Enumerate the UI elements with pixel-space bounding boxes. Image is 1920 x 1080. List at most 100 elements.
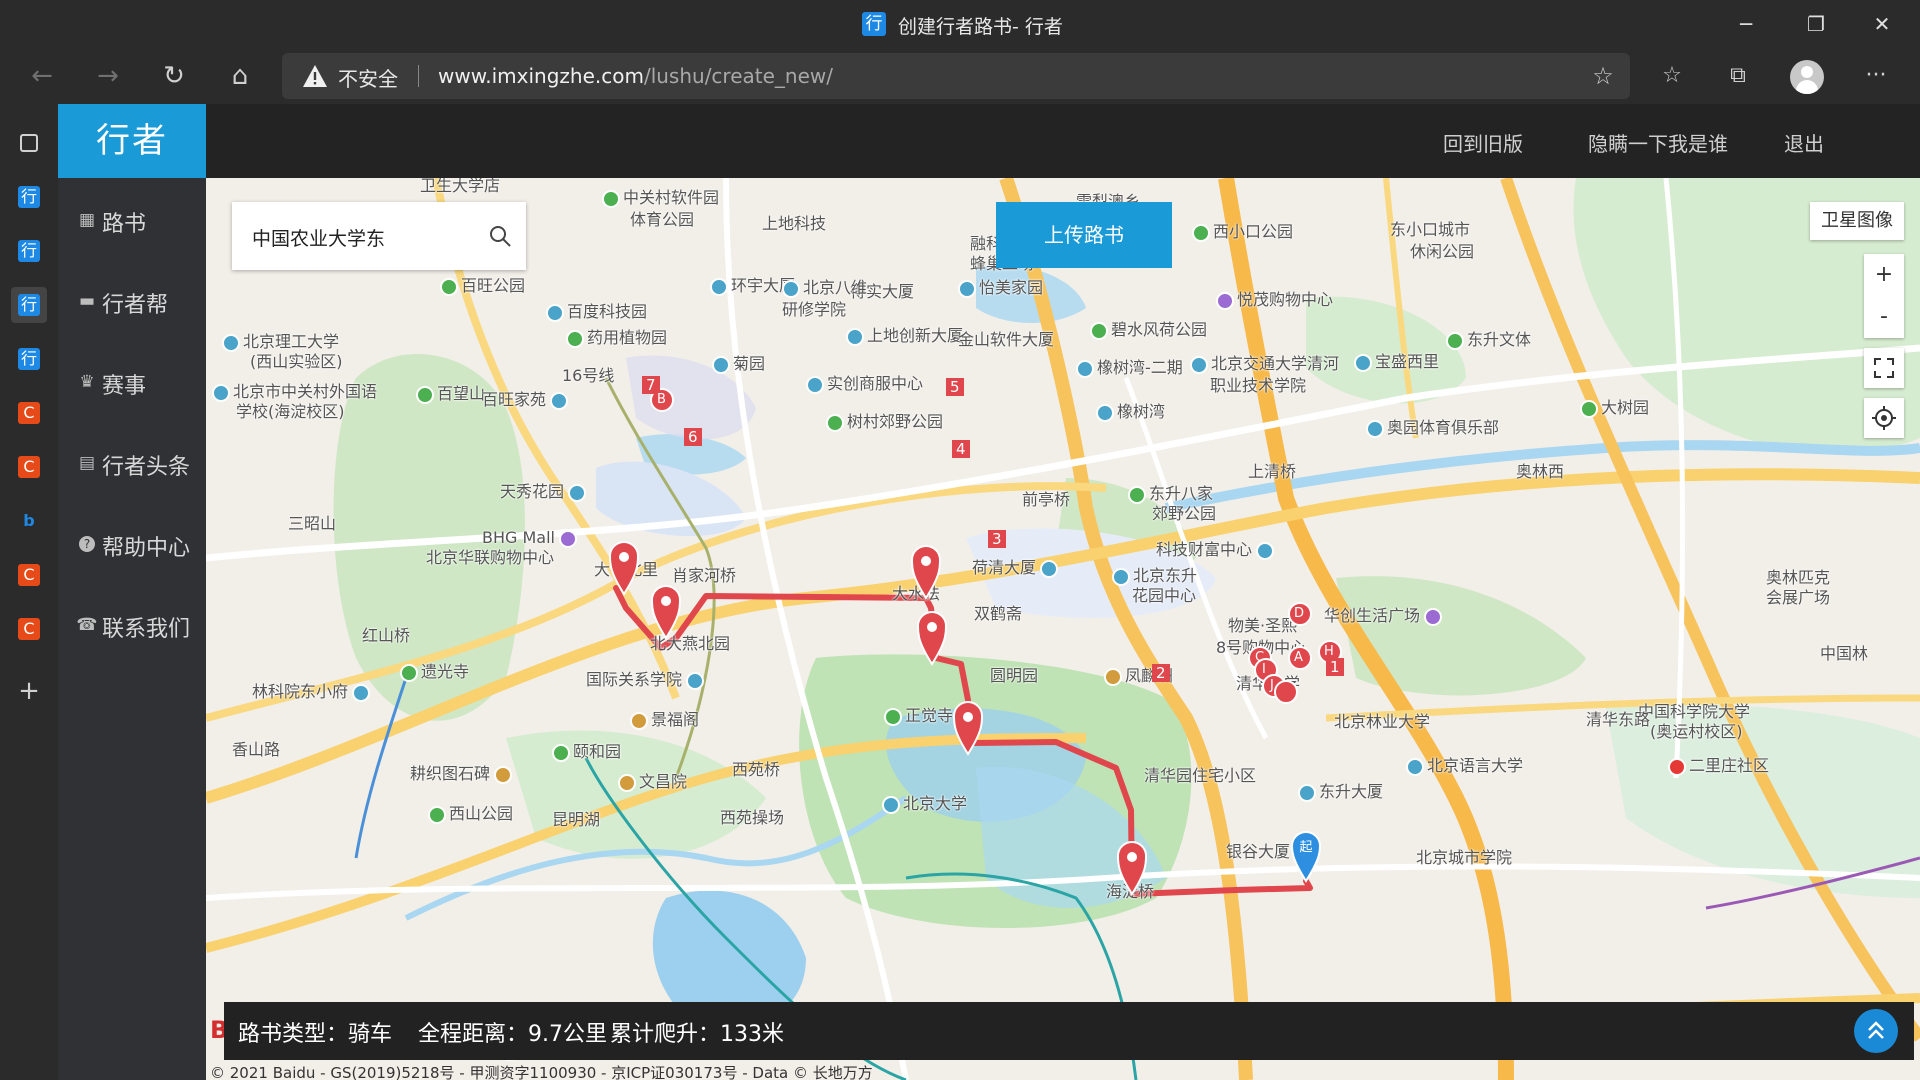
vertical-tab-5[interactable]: C <box>11 395 47 431</box>
zoom-in-button[interactable]: + <box>1864 254 1904 296</box>
route-info-bar: 路书类型：骑车 全程距离：9.7公里 累计爬升：133米 <box>224 1002 1914 1060</box>
zoom-control: + - <box>1864 254 1904 338</box>
search-icon[interactable] <box>488 224 512 248</box>
expand-panel-button[interactable] <box>1854 1009 1898 1053</box>
close-button[interactable]: ✕ <box>1862 8 1902 40</box>
reload-button[interactable]: ↻ <box>154 58 194 94</box>
url-path: /lushu/create_new/ <box>643 64 833 88</box>
map-book-icon: ▦ <box>78 210 96 230</box>
fullscreen-icon <box>1874 358 1894 378</box>
menu-label: 赛事 <box>102 374 147 399</box>
logout-link[interactable]: 退出 <box>1784 128 1824 157</box>
menu-label: 帮助中心 <box>102 536 191 561</box>
waypoint-marker-6[interactable] <box>650 585 682 640</box>
waypoint-label-2: 2 <box>1152 664 1170 682</box>
plus-icon: + <box>18 676 40 706</box>
route-climb: 累计爬升：133米 <box>610 1022 784 1047</box>
xingzhe-favicon-icon: 行 <box>18 240 40 262</box>
double-chevron-up-icon <box>1868 1021 1884 1039</box>
waypoint-marker-3[interactable] <box>952 701 984 756</box>
vertical-tab-3-active[interactable]: 行 <box>11 287 47 323</box>
phone-icon: ☎ <box>76 615 98 635</box>
fullscreen-button[interactable] <box>1864 348 1904 388</box>
forward-button[interactable]: → <box>88 58 128 94</box>
profile-link[interactable]: 隐瞒一下我是谁 <box>1588 128 1728 157</box>
back-button[interactable]: ← <box>22 58 62 94</box>
window-titlebar: 行 创建行者路书- 行者 ─ ❐ ✕ <box>0 0 1920 48</box>
home-button[interactable]: ⌂ <box>220 58 260 94</box>
url-text[interactable]: www.imxingzhe.com/lushu/create_new/ <box>438 64 833 88</box>
menu-item-lushu[interactable]: ▦ 路书 <box>58 200 206 240</box>
collections-icon[interactable]: ⧉ <box>1718 58 1758 94</box>
vertical-tab-8[interactable]: C <box>11 557 47 593</box>
app-header: 回到旧版 隐瞒一下我是谁 退出 <box>206 104 1920 178</box>
map-search-box[interactable]: 中国农业大学东 <box>232 202 526 270</box>
waypoint-marker-4[interactable] <box>916 611 948 666</box>
app-sidebar: 行者 ▦ 路书 ▬ 行者帮 ♛ 赛事 ▤ 行者头条 ? 帮助中心 ☎ 联系我们 <box>58 104 206 1080</box>
menu-item-help[interactable]: ? 帮助中心 <box>58 524 206 564</box>
vertical-tab-9[interactable]: C <box>11 611 47 647</box>
route-map[interactable]: 卫生大学店 中关村软件园 体育公园 上地科技 雪梨澳乡 西小口公园 东小口城市 … <box>206 178 1920 1080</box>
new-tab-button[interactable]: + <box>11 673 47 709</box>
xingzhe-favicon-icon: 行 <box>18 294 40 316</box>
waypoint-marker-7[interactable] <box>608 541 640 596</box>
letter-marker-j[interactable]: J <box>1270 678 1274 693</box>
csdn-favicon-icon: C <box>18 402 40 424</box>
waypoint-label-4: 4 <box>952 440 970 458</box>
favorites-icon[interactable]: ☆ <box>1652 58 1692 94</box>
bing-favicon-icon: b <box>23 511 35 530</box>
vertical-tab-7[interactable]: b <box>11 503 47 539</box>
more-menu-icon[interactable]: ··· <box>1856 58 1896 94</box>
xingzhe-favicon-icon: 行 <box>862 12 886 36</box>
back-to-old-version-link[interactable]: 回到旧版 <box>1443 128 1523 157</box>
waypoint-marker-2[interactable] <box>1116 841 1148 896</box>
map-copyright: © 2021 Baidu - GS(2019)5218号 - 甲测资字11009… <box>210 1064 873 1080</box>
minimize-button[interactable]: ─ <box>1726 8 1766 40</box>
letter-marker-i[interactable]: I <box>1262 662 1266 677</box>
vertical-tab-2[interactable]: 行 <box>11 233 47 269</box>
csdn-favicon-icon: C <box>18 618 40 640</box>
zoom-out-button[interactable]: - <box>1864 296 1904 338</box>
xingzhe-logo[interactable]: 行者 <box>58 104 206 178</box>
xingzhe-favicon-icon: 行 <box>18 348 40 370</box>
waypoint-marker-5[interactable] <box>910 545 942 600</box>
vertical-tabs-bar: 行 行 行 行 C C b C C + <box>0 104 58 1080</box>
letter-marker-b[interactable]: B <box>657 392 666 407</box>
address-bar[interactable]: 不安全 www.imxingzhe.com/lushu/create_new/ … <box>282 53 1630 99</box>
waypoint-marker-1[interactable]: 起 <box>1290 653 1340 883</box>
xingzhe-favicon-icon: 行 <box>18 186 40 208</box>
news-icon: ▤ <box>78 453 96 473</box>
restore-button[interactable]: ❐ <box>1796 8 1836 40</box>
letter-marker-a[interactable]: A <box>1294 650 1303 665</box>
waypoint-label-3: 3 <box>988 530 1006 548</box>
profile-avatar[interactable] <box>1790 60 1824 94</box>
waypoint-label-5: 5 <box>946 378 964 396</box>
vertical-tab-4[interactable]: 行 <box>11 341 47 377</box>
search-input[interactable]: 中国农业大学东 <box>252 224 385 251</box>
letter-marker-h[interactable]: H <box>1324 644 1334 659</box>
satellite-view-button[interactable]: 卫星图像 <box>1810 202 1904 240</box>
waypoint-layer: 起 <box>608 388 1342 896</box>
menu-label: 联系我们 <box>102 617 191 642</box>
add-favorite-icon[interactable]: ☆ <box>1588 61 1618 91</box>
menu-item-xingzhebang[interactable]: ▬ 行者帮 <box>58 281 206 321</box>
help-icon: ? <box>79 536 95 552</box>
upload-route-button[interactable]: 上传路书 <box>996 202 1172 268</box>
svg-text:起: 起 <box>1299 840 1312 855</box>
menu-label: 路书 <box>102 212 147 237</box>
locate-button[interactable] <box>1864 398 1904 438</box>
warning-icon[interactable] <box>302 63 328 89</box>
menu-item-events[interactable]: ♛ 赛事 <box>58 362 206 402</box>
vertical-tab-6[interactable]: C <box>11 449 47 485</box>
chat-icon: ▬ <box>78 291 96 311</box>
letter-marker-d[interactable]: D <box>1294 606 1304 621</box>
tab-actions-button[interactable] <box>11 125 47 161</box>
insecure-label[interactable]: 不安全 <box>338 63 398 92</box>
waypoint-label-1: 1 <box>1326 658 1344 676</box>
csdn-favicon-icon: C <box>18 564 40 586</box>
tab-actions-icon <box>20 134 38 152</box>
menu-item-headlines[interactable]: ▤ 行者头条 <box>58 443 206 483</box>
vertical-tab-1[interactable]: 行 <box>11 179 47 215</box>
menu-item-contact[interactable]: ☎ 联系我们 <box>58 605 206 645</box>
csdn-favicon-icon: C <box>18 456 40 478</box>
